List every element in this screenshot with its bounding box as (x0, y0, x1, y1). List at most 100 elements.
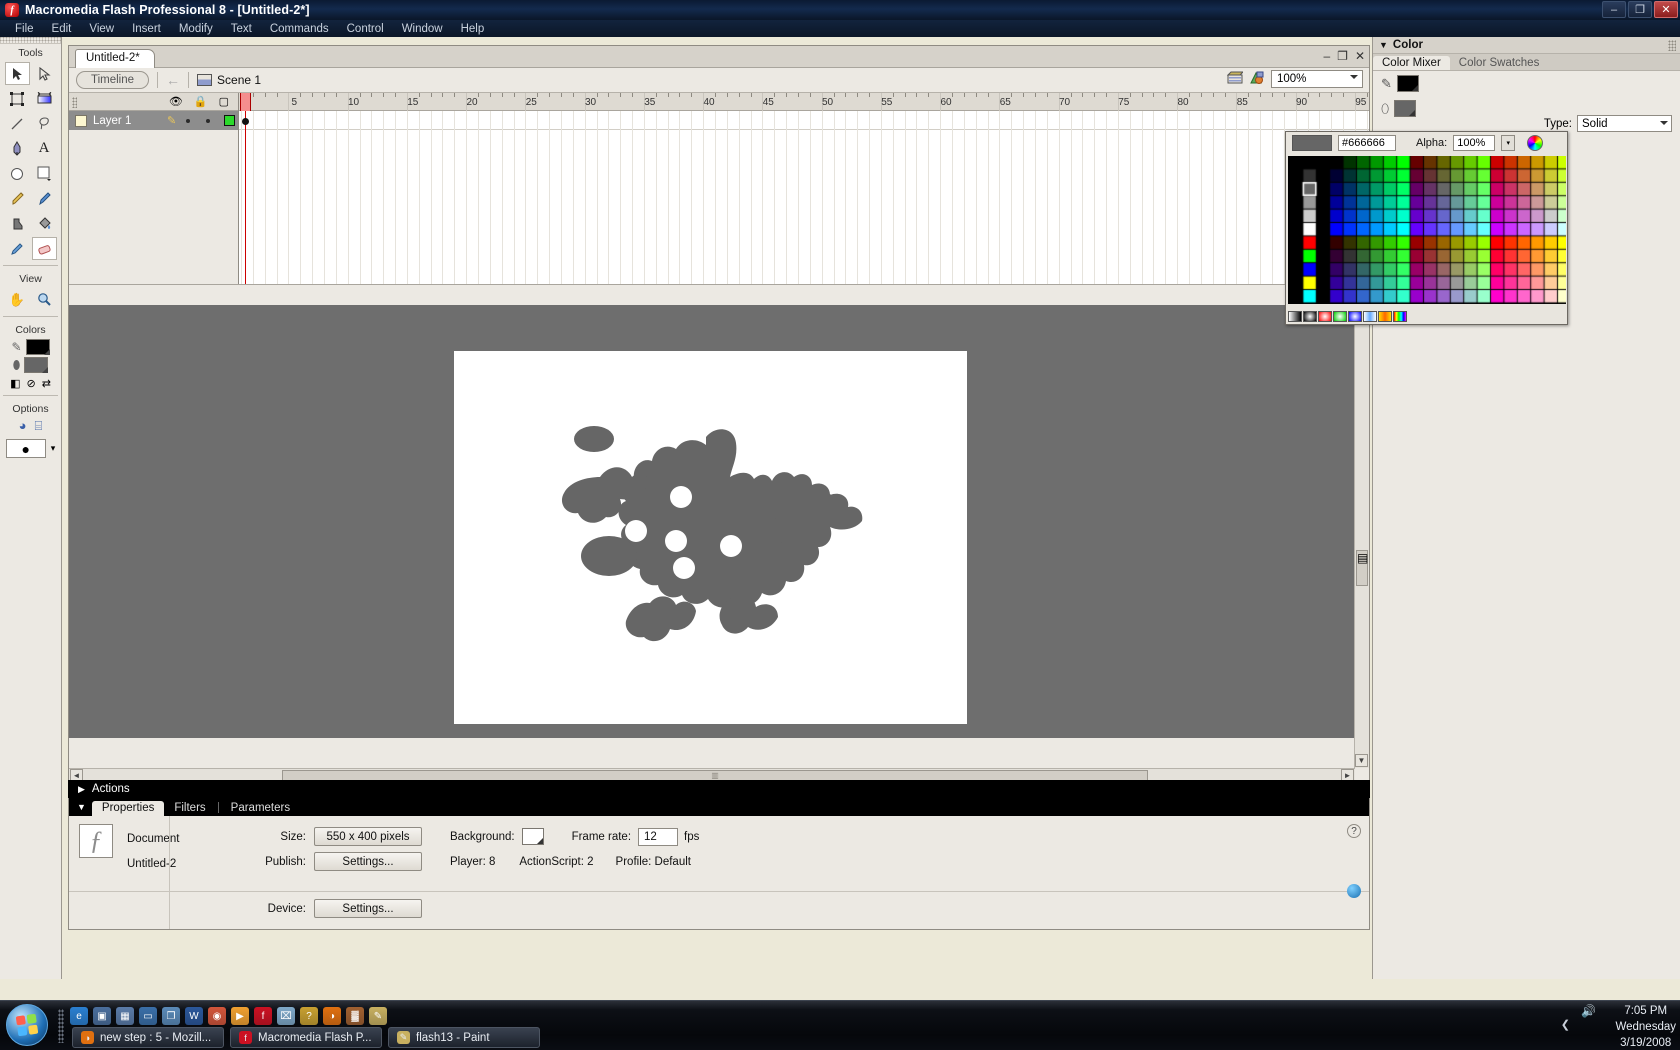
gradient-swatch[interactable] (1348, 311, 1362, 322)
taskbar-button-1[interactable]: f Macromedia Flash P... (230, 1027, 382, 1048)
mixer-fill-swatch[interactable] (1394, 100, 1417, 117)
menu-item-file[interactable]: File (6, 22, 43, 36)
outline-icon[interactable]: ▢ (219, 95, 229, 108)
frame-cell[interactable] (1129, 111, 1131, 284)
menu-item-help[interactable]: Help (452, 22, 494, 36)
brush-shape-selector[interactable]: ● (5, 439, 46, 458)
frame-cell[interactable] (430, 111, 432, 284)
paint-icon[interactable]: ✎ (369, 1007, 387, 1025)
keyframe-marker[interactable] (242, 118, 249, 125)
frame-cell[interactable] (1117, 111, 1119, 284)
alpha-input[interactable]: 100% (1453, 135, 1496, 151)
layer-lock-dot[interactable] (206, 118, 211, 123)
frame-cell[interactable] (1094, 111, 1096, 284)
frame-cell[interactable] (904, 111, 906, 284)
frame-cell[interactable] (1200, 111, 1202, 284)
frame-cell[interactable] (1034, 111, 1036, 284)
layer-outline-color-box[interactable] (224, 115, 236, 126)
internet-explorer-icon[interactable]: e (70, 1007, 88, 1025)
frame-cell[interactable] (276, 111, 278, 284)
info-icon[interactable] (1347, 884, 1361, 898)
no-color-icon[interactable]: ⊘ (26, 377, 35, 390)
frame-cell[interactable] (703, 111, 705, 284)
timeline-toggle-button[interactable]: Timeline (76, 71, 150, 89)
layer-visibility-dot[interactable] (186, 118, 191, 123)
text-tool[interactable]: A (32, 137, 57, 160)
panel-options-grip-icon[interactable] (1668, 40, 1676, 51)
frame-cell[interactable] (1011, 111, 1013, 284)
menu-item-view[interactable]: View (80, 22, 123, 36)
media-center-icon[interactable]: ▦ (116, 1007, 134, 1025)
actions-expand-arrow-icon[interactable]: ▶ (78, 784, 85, 795)
flash-icon[interactable]: f (254, 1007, 272, 1025)
frame-cell[interactable] (1082, 111, 1084, 284)
gradient-swatch[interactable] (1363, 311, 1377, 322)
frame-cell[interactable] (442, 111, 444, 284)
frame-cell[interactable] (371, 111, 373, 284)
zoom-tool[interactable] (32, 288, 57, 311)
black-and-white-icon[interactable]: ◧ (10, 377, 20, 390)
gradient-swatch[interactable] (1378, 311, 1392, 322)
frame-cell[interactable] (620, 111, 622, 284)
frame-cell[interactable] (869, 111, 871, 284)
hex-color-input[interactable]: #666666 (1338, 135, 1396, 151)
hand-tool[interactable]: ✋ (5, 288, 30, 311)
document-tab[interactable]: Untitled-2* (75, 49, 155, 68)
eyedropper-tool[interactable] (5, 237, 30, 260)
windows-start-orb[interactable] (6, 1004, 48, 1046)
media-player-icon[interactable]: ▶ (231, 1007, 249, 1025)
menu-item-control[interactable]: Control (338, 22, 393, 36)
size-button[interactable]: 550 x 400 pixels (314, 827, 422, 846)
properties-collapse-arrow-icon[interactable]: ▼ (77, 802, 86, 812)
gradient-swatch[interactable] (1288, 311, 1302, 322)
eye-icon[interactable]: 👁 (169, 95, 183, 108)
stage-work-area[interactable] (69, 305, 1369, 738)
frame-cell[interactable] (501, 111, 503, 284)
frame-cell[interactable] (750, 111, 752, 284)
frame-cell[interactable] (288, 111, 290, 284)
frame-cell[interactable] (916, 111, 918, 284)
timeline-ruler[interactable]: 5101520253035404550556065707580859095100… (239, 93, 1369, 111)
close-button[interactable]: ✕ (1654, 1, 1678, 18)
timeline-frame-row[interactable] (239, 111, 1369, 130)
frame-cell[interactable] (1260, 111, 1262, 284)
doc-minimize-button[interactable]: – (1323, 49, 1330, 63)
frame-cell[interactable] (679, 111, 681, 284)
system-tray-clock[interactable]: 7:05 PM Wednesday 3/19/2008 (1615, 1003, 1676, 1050)
frame-cell[interactable] (655, 111, 657, 284)
color-picker-popup[interactable]: #666666 Alpha: 100% ▾ (1285, 131, 1568, 325)
frame-cell[interactable] (454, 111, 456, 284)
frame-cell[interactable] (312, 111, 314, 284)
selection-tool[interactable] (4, 62, 30, 85)
oval-tool[interactable] (5, 162, 30, 185)
maximize-button[interactable]: ❐ (1628, 1, 1652, 18)
color-swatch-grid[interactable] (1288, 156, 1566, 304)
gradient-swatch[interactable] (1318, 311, 1332, 322)
frame-cell[interactable] (1224, 111, 1226, 284)
frame-cell[interactable] (300, 111, 302, 284)
mixer-stroke-swatch[interactable] (1396, 75, 1419, 92)
show-hidden-icons-arrow[interactable]: ❮ (1561, 1018, 1570, 1031)
free-transform-tool[interactable] (5, 87, 30, 110)
frame-cell[interactable] (1153, 111, 1155, 284)
layer-grip-icon[interactable] (72, 97, 77, 108)
frame-cell[interactable] (537, 111, 539, 284)
gradient-swatch[interactable] (1393, 311, 1407, 322)
tab-properties[interactable]: Properties (91, 801, 165, 816)
frame-cell[interactable] (797, 111, 799, 284)
color-panel-header[interactable]: ▼ Color (1373, 37, 1680, 54)
frame-cell[interactable] (809, 111, 811, 284)
frame-cell[interactable] (892, 111, 894, 284)
lock-icon[interactable]: 🔒 (194, 95, 208, 108)
fill-color-swatch[interactable] (24, 357, 49, 373)
smoothing-icon[interactable]: ⌸ (35, 418, 43, 434)
paint-bucket-tool[interactable] (32, 212, 57, 235)
frame-cell[interactable] (999, 111, 1001, 284)
frame-cell[interactable] (241, 111, 242, 284)
frame-cell[interactable] (608, 111, 610, 284)
nero-icon[interactable]: ◉ (208, 1007, 226, 1025)
frame-cell[interactable] (821, 111, 823, 284)
frame-cell[interactable] (1141, 111, 1143, 284)
line-tool[interactable] (5, 112, 30, 135)
frame-cell[interactable] (264, 111, 266, 284)
